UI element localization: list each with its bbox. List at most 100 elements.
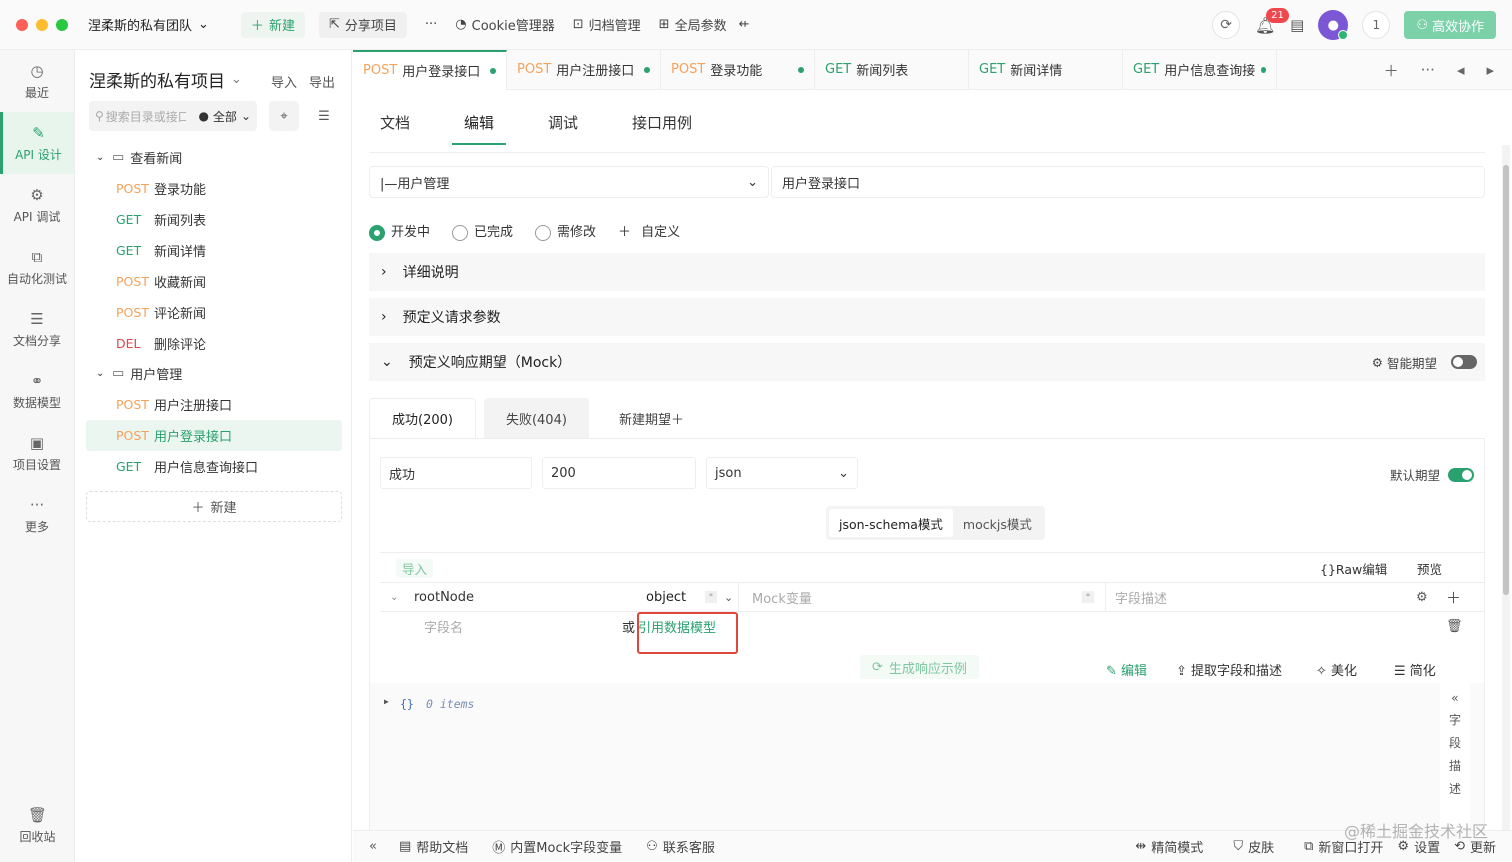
tree-new-button[interactable]: ＋ 新建 — [86, 491, 342, 522]
next-tab-icon[interactable]: ▸ — [1486, 61, 1494, 79]
extract-fields-button[interactable]: ⇪ 提取字段和描述 — [1176, 660, 1282, 679]
add-field-icon[interactable]: ＋ — [1446, 587, 1461, 608]
export-button[interactable]: 导出 — [309, 72, 335, 91]
tree-api-item[interactable]: POST 用户注册接口 — [86, 389, 342, 420]
raw-edit-button[interactable]: {}Raw编辑 — [1320, 559, 1387, 578]
api-name-input[interactable]: 用户登录接口 — [771, 166, 1485, 198]
tab-4[interactable]: GET 新闻详情 — [969, 49, 1123, 90]
notes-icon[interactable]: ▤ — [1290, 16, 1304, 34]
chevron-down-icon[interactable]: ⌄ — [390, 592, 398, 603]
section-detail[interactable]: › 详细说明 — [369, 253, 1485, 291]
close-window-button[interactable] — [16, 18, 28, 31]
status-done[interactable]: 已完成 — [452, 221, 513, 241]
nav-item-7[interactable]: ··· 更多 — [0, 484, 74, 546]
nav-item-4[interactable]: ☰ 文档分享 — [0, 298, 74, 360]
folder-select[interactable]: |—用户管理 ⌄ — [369, 166, 769, 198]
minimize-window-button[interactable] — [36, 18, 48, 31]
tree-api-item[interactable]: GET 用户信息查询接口 — [86, 451, 342, 482]
nav-item-3[interactable]: ⧉ 自动化测试 — [0, 236, 74, 298]
trash-icon[interactable]: 🗑︎ — [1446, 619, 1463, 634]
expect-name-input[interactable]: 成功 — [380, 457, 532, 489]
edit-button[interactable]: ✎ 编辑 — [1106, 660, 1147, 679]
support-button[interactable]: ⚇ 联系客服 — [646, 837, 715, 856]
subtab-2[interactable]: 调试 — [536, 100, 590, 145]
collapse-sidebar-icon[interactable]: « — [369, 839, 377, 854]
beautify-button[interactable]: ✧ 美化 — [1316, 660, 1357, 679]
nav-item-2[interactable]: ⚙ API 调试 — [0, 174, 74, 236]
smart-expect-toggle[interactable] — [1451, 355, 1477, 369]
tree-search-input[interactable]: ⚲ 搜索目录或接口 ● 全部 ⌄ — [89, 101, 257, 131]
tab-1[interactable]: POST 用户注册接口 — [507, 49, 661, 90]
folder-news[interactable]: ⌄ ▭ 查看新闻 — [86, 142, 342, 173]
tree-api-item[interactable]: POST 登录功能 — [86, 173, 342, 204]
mock-fields-button[interactable]: Ⓜ 内置Mock字段变量 — [492, 837, 622, 856]
custom-status-button[interactable]: ＋ 自定义 — [618, 221, 680, 240]
field-name-input[interactable]: 字段名 — [424, 617, 463, 636]
tree-api-item[interactable]: POST 收藏新闻 — [86, 266, 342, 297]
global-params-button[interactable]: ⊞ 全局参数 — [659, 15, 727, 34]
import-button[interactable]: 导入 — [271, 72, 297, 91]
more-menu-button[interactable]: ··· — [425, 17, 437, 32]
gear-icon[interactable]: ⚙ — [1416, 590, 1428, 605]
scrollbar-thumb[interactable] — [1503, 165, 1509, 595]
nav-item-6[interactable]: ▣ 项目设置 — [0, 422, 74, 484]
tree-api-item[interactable]: POST 评论新闻 — [86, 297, 342, 328]
simplify-button[interactable]: ☰ 简化 — [1394, 660, 1436, 679]
status-code-input[interactable]: 200 — [542, 457, 696, 489]
prev-tab-icon[interactable]: ◂ — [1457, 61, 1465, 79]
new-expect-button[interactable]: 新建期望＋ — [597, 398, 706, 438]
status-developing[interactable]: 开发中 — [369, 221, 430, 241]
mock-variable-input[interactable]: Mock变量 — [752, 588, 812, 607]
tree-api-item[interactable]: GET 新闻列表 — [86, 204, 342, 235]
generate-example-button[interactable]: ⟳ 生成响应示例 — [860, 655, 979, 679]
team-switcher[interactable]: 涅柔斯的私有团队 ⌄ — [88, 15, 209, 34]
project-title[interactable]: 涅柔斯的私有项目 ⌄ — [89, 67, 242, 92]
maximize-window-button[interactable] — [56, 18, 68, 31]
notification-bell-icon[interactable]: 🔔︎ 21 — [1254, 8, 1289, 36]
member-count[interactable]: 1 — [1362, 11, 1391, 39]
tab-5[interactable]: GET 用户信息查询接口 — [1123, 49, 1277, 90]
caret-right-icon[interactable]: ▶ — [384, 697, 389, 706]
field-desc-input[interactable]: 字段描述 — [1115, 588, 1167, 607]
preview-button[interactable]: 预览 — [1417, 559, 1442, 578]
field-desc-sidebar[interactable]: « 字段描述 — [1440, 683, 1470, 830]
tree-api-item[interactable]: POST 用户登录接口 — [86, 420, 342, 451]
collapse-menu-icon[interactable]: ⇷ — [739, 17, 750, 32]
collaboration-button[interactable]: ⚇ 高效协作 — [1404, 11, 1496, 39]
help-docs-button[interactable]: ▤ 帮助文档 — [399, 837, 468, 856]
cookie-manager-button[interactable]: ◔ Cookie管理器 — [455, 15, 554, 34]
mockjs-mode[interactable]: mockjs模式 — [953, 509, 1042, 537]
json-schema-mode[interactable]: json-schema模式 — [829, 509, 953, 537]
tree-api-item[interactable]: GET 新闻详情 — [86, 235, 342, 266]
folder-user-management[interactable]: ⌄ ▭ 用户管理 — [86, 358, 342, 389]
root-type[interactable]: object — [646, 590, 686, 605]
filter-select[interactable]: ● 全部 ⌄ — [198, 108, 251, 125]
default-expect-toggle[interactable] — [1448, 467, 1474, 482]
tab-fail-404[interactable]: 失败(404) — [483, 398, 589, 438]
status-needs-change[interactable]: 需修改 — [535, 221, 596, 241]
nav-item-1[interactable]: ✎ API 设计 — [0, 112, 74, 174]
vertical-scrollbar[interactable] — [1502, 145, 1510, 835]
new-button[interactable]: ＋ 新建 — [240, 11, 305, 38]
locate-icon[interactable]: ⌖ — [269, 101, 299, 131]
add-tab-icon[interactable]: ＋ — [1384, 60, 1399, 81]
content-type-select[interactable]: json ⌄ — [706, 457, 858, 489]
more-icon[interactable]: ··· — [1421, 61, 1435, 79]
subtab-3[interactable]: 接口用例 — [620, 100, 704, 145]
section-request-params[interactable]: › 预定义请求参数 — [369, 298, 1485, 336]
tab-2[interactable]: POST 登录功能 — [661, 49, 815, 90]
tab-success-200[interactable]: 成功(200) — [369, 398, 476, 438]
subtab-0[interactable]: 文档 — [368, 100, 422, 145]
sync-icon[interactable]: ⟳ — [1212, 11, 1241, 39]
tree-api-item[interactable]: DEL 删除评论 — [86, 328, 342, 359]
sort-icon[interactable]: ☰ — [309, 101, 339, 131]
archive-button[interactable]: ⊡ 归档管理 — [573, 15, 641, 34]
import-button[interactable]: 导入 — [396, 559, 434, 578]
tab-3[interactable]: GET 新闻列表 — [815, 49, 969, 90]
section-mock[interactable]: ⌄ 预定义响应期望（Mock） ⚙ 智能期望 — [369, 343, 1485, 381]
share-project-button[interactable]: ⇱ 分享项目 — [318, 11, 407, 38]
compact-mode-button[interactable]: ⇹ 精简模式 — [1135, 837, 1203, 856]
avatar[interactable]: ● — [1318, 10, 1349, 40]
subtab-1[interactable]: 编辑 — [452, 100, 507, 145]
tab-0[interactable]: POST 用户登录接口 — [353, 49, 507, 90]
